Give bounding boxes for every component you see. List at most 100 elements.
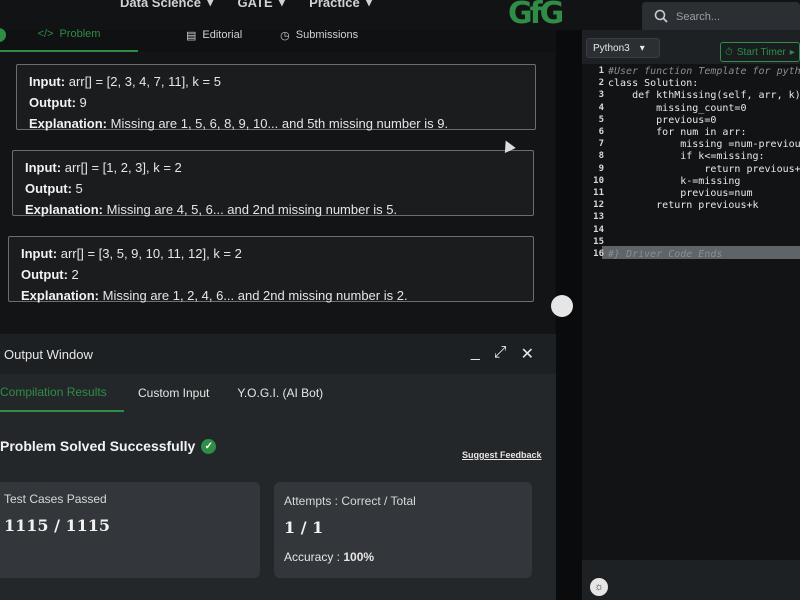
code-icon: </> (37, 28, 54, 40)
suggest-feedback-link[interactable]: Suggest Feedback (462, 450, 542, 460)
example-output: 9 (79, 95, 87, 110)
document-icon: ▤ (186, 29, 197, 42)
line-number: 10 (593, 175, 604, 186)
input-label: Input: (29, 74, 66, 89)
search-icon (654, 9, 668, 26)
accuracy: Accuracy : 100% (284, 550, 374, 564)
tab-problem[interactable]: </> Problem (0, 18, 138, 52)
example-input: arr[] = [2, 3, 4, 7, 11], k = 5 (68, 74, 221, 89)
code-line: k-=missing (608, 175, 741, 187)
lightbulb-icon[interactable]: ☼ (590, 578, 608, 596)
example-explanation: Missing are 1, 2, 4, 6... and 2nd missin… (102, 288, 408, 303)
line-number: 7 (598, 139, 604, 150)
explanation-label: Explanation: (25, 202, 104, 217)
example-box: Input: arr[] = [1, 2, 3], k = 2 Output: … (12, 150, 534, 217)
line-number: 9 (598, 163, 604, 174)
nav-item-label: Practice (309, 0, 360, 10)
tab-compilation-results[interactable]: Compilation Results (0, 374, 124, 412)
code-line: previous=num (608, 188, 753, 199)
tab-label: Custom Input (138, 386, 210, 400)
output-window-header: Output Window _ ⤢ ✕ (0, 334, 556, 374)
tab-custom-input[interactable]: Custom Input (124, 374, 223, 412)
input-label: Input: (25, 160, 62, 175)
status-message: Problem Solved Successfully ✓ (0, 438, 217, 454)
chevron-down-icon: ▾ (278, 0, 286, 9)
attempts-label: Attempts : Correct / Total (284, 494, 416, 508)
timer-icon: ⏱ (725, 46, 733, 58)
check-circle-icon: ✓ (201, 438, 217, 454)
expand-icon[interactable]: ⤢ (494, 344, 507, 364)
output-window: Output Window _ ⤢ ✕ Compilation Results … (0, 334, 556, 600)
code-line: return previous+k (608, 163, 800, 175)
window-controls: _ ⤢ ✕ (471, 344, 534, 364)
test-cases-card: Test Cases Passed 1115 / 1115 (0, 482, 260, 578)
problem-panel: Input: arr[] = [2, 3, 4, 7, 11], k = 5 O… (0, 52, 555, 334)
timer-label: Start Timer (736, 46, 786, 58)
line-number: 5 (598, 114, 604, 125)
status-text: Problem Solved Successfully (0, 438, 196, 454)
code-line: previous=0 (608, 114, 717, 126)
minimize-icon[interactable]: _ (471, 344, 480, 364)
code-line: for num in arr: (608, 127, 747, 138)
line-number: 3 (598, 90, 604, 101)
tab-yogi-ai-bot[interactable]: Y.O.G.I. (AI Bot) (223, 374, 337, 412)
play-icon: ▸ (789, 46, 795, 58)
example-output: 5 (75, 181, 83, 196)
code-line: missing =num-previous-1 (608, 139, 800, 151)
line-number: 15 (593, 236, 604, 247)
tab-label: Problem (59, 28, 101, 40)
tab-label: Y.O.G.I. (AI Bot) (237, 386, 324, 400)
clock-icon: ◷ (280, 29, 290, 42)
nav-item-label: Data Science (120, 0, 201, 10)
example-box: Input: arr[] = [2, 3, 4, 7, 11], k = 5 O… (16, 64, 536, 131)
nav-item-gate[interactable]: GATE ▾ (237, 0, 285, 10)
example-explanation: Missing are 4, 5, 6... and 2nd missing n… (106, 202, 398, 217)
splitter-handle[interactable] (551, 295, 573, 317)
line-number: 1 (598, 66, 604, 76)
output-label: Output: (21, 267, 68, 282)
search-input[interactable]: Search... (642, 2, 800, 32)
test-cases-label: Test Cases Passed (4, 492, 107, 506)
line-gutter: 1 2 3 4 5 6 7 8 9 10 11 12 13 14 15 16 (582, 64, 604, 560)
example-input: arr[] = [1, 2, 3], k = 2 (64, 160, 182, 175)
code-line: #User function Template for python (608, 66, 800, 77)
top-nav: Data Science ▾ GATE ▾ Practice ▾ (120, 0, 372, 10)
example-output: 2 (71, 267, 79, 282)
problem-tabs: </> Problem ▤ Editorial ◷ Submissions (0, 18, 555, 52)
test-cases-value: 1115 / 1115 (4, 516, 111, 535)
line-number: 16 (593, 249, 604, 259)
code-area[interactable]: 1 2 3 4 5 6 7 8 9 10 11 12 13 14 15 16 #User function T… (582, 64, 800, 560)
line-number: 12 (593, 200, 604, 211)
line-number: 8 (598, 151, 604, 162)
code-editor-panel: Python3 ▾ ⏱ Start Timer ▸ 1 2 3 4 5 6 7 8 9 10 11 1… (582, 30, 800, 600)
start-timer-button[interactable]: ⏱ Start Timer ▸ (720, 42, 800, 62)
attempts-card: Attempts : Correct / Total 1 / 1 Accurac… (274, 482, 532, 578)
chevron-down-icon: ▾ (639, 42, 645, 54)
tab-submissions[interactable]: ◷ Submissions (266, 18, 372, 52)
code-line: if k<=missing: (608, 151, 765, 163)
language-select[interactable]: Python3 ▾ (586, 38, 660, 58)
input-label: Input: (21, 246, 58, 261)
tab-editorial[interactable]: ▤ Editorial (172, 18, 256, 52)
line-number: 2 (598, 78, 604, 89)
accuracy-label: Accuracy : (284, 550, 341, 564)
editor-toolbar: Python3 ▾ ⏱ Start Timer ▸ (582, 36, 800, 66)
example-input: arr[] = [3, 5, 9, 10, 11, 12], k = 2 (60, 246, 242, 261)
example-explanation: Missing are 1, 5, 6, 8, 9, 10... and 5th… (110, 116, 449, 131)
nav-item-practice[interactable]: Practice ▾ (309, 0, 372, 10)
output-window-title: Output Window (4, 346, 93, 362)
chevron-down-icon: ▾ (206, 0, 214, 9)
close-icon[interactable]: ✕ (521, 344, 534, 364)
nav-item-data-science[interactable]: Data Science ▾ (120, 0, 213, 10)
output-label: Output: (29, 95, 76, 110)
tab-label: Compilation Results (0, 385, 107, 399)
explanation-label: Explanation: (29, 116, 108, 131)
line-number: 14 (593, 224, 604, 235)
accuracy-value: 100% (343, 550, 375, 564)
chevron-down-icon: ▾ (365, 0, 373, 9)
code-line: def kthMissing(self, arr, k): (608, 90, 800, 102)
line-number: 4 (598, 102, 604, 113)
line-number: 11 (593, 188, 604, 198)
code-line: #} Driver Code Ends (608, 249, 723, 260)
tab-label: Editorial (202, 29, 243, 41)
